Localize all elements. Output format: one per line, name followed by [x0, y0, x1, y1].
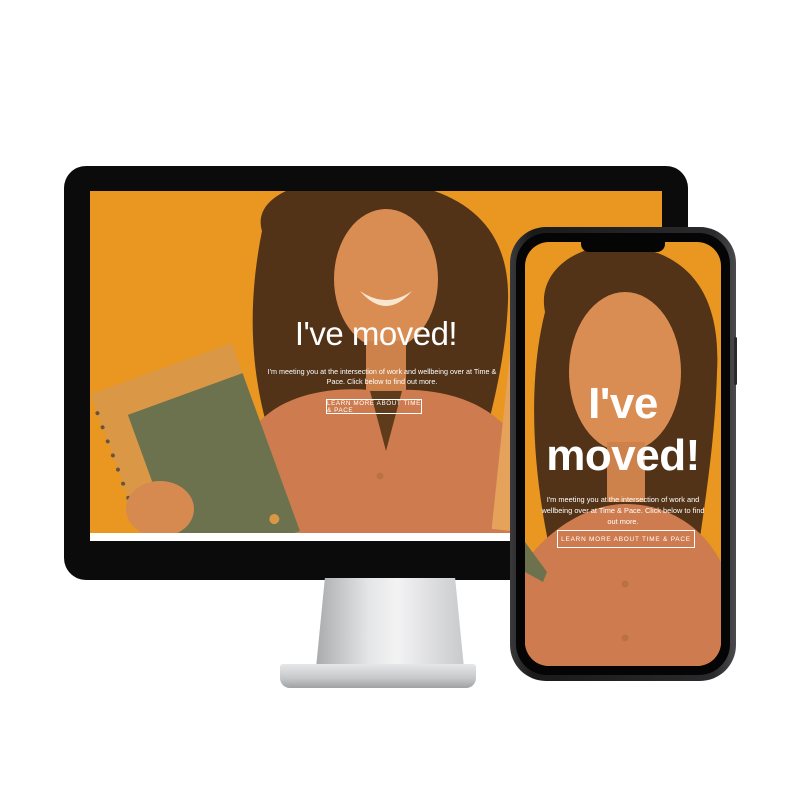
monitor-stand-base [280, 664, 476, 688]
phone-notch [581, 242, 665, 252]
desktop-learn-more-button[interactable]: LEARN MORE ABOUT TIME & PACE [326, 399, 422, 414]
phone-side-button [734, 337, 737, 385]
mobile-phone: I've moved! I'm meeting you at the inter… [510, 227, 737, 681]
mobile-learn-more-button[interactable]: LEARN MORE ABOUT TIME & PACE [557, 530, 695, 548]
desktop-description: I'm meeting you at the intersection of w… [267, 367, 497, 386]
monitor-stand-neck [316, 578, 464, 668]
mobile-heading-line1: I've [588, 379, 658, 428]
mobile-heading: I've moved! [525, 378, 721, 482]
mobile-description: I'm meeting you at the intersection of w… [541, 495, 705, 526]
phone-bezel: I've moved! I'm meeting you at the inter… [516, 233, 730, 675]
mobile-heading-line2: moved! [546, 431, 700, 480]
mobile-website-screen: I've moved! I'm meeting you at the inter… [525, 242, 721, 666]
